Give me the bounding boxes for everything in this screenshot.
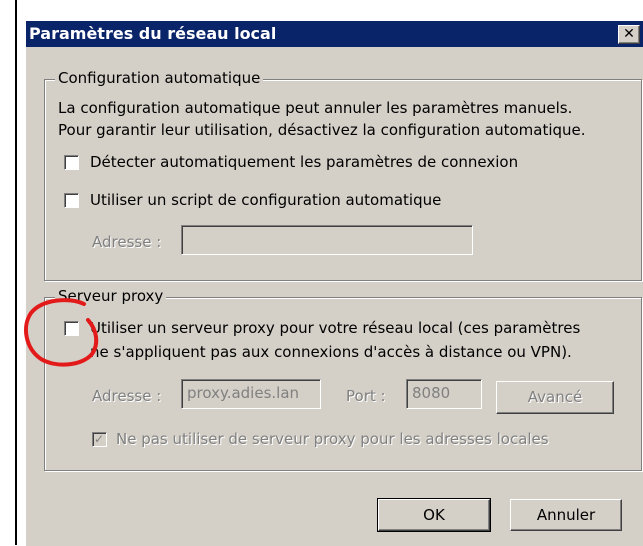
auto-config-description-line1: La configuration automatique peut annule… <box>58 99 573 117</box>
advanced-button-label: Avancé <box>527 388 583 406</box>
close-icon: ✕ <box>623 26 635 42</box>
lan-settings-dialog: Paramètres du réseau local ✕ Configurati… <box>25 20 643 546</box>
advanced-button[interactable]: Avancé <box>496 381 614 414</box>
auto-config-legend: Configuration automatique <box>55 69 264 87</box>
close-button[interactable]: ✕ <box>618 25 640 44</box>
ok-button[interactable]: OK <box>377 498 491 532</box>
detect-settings-checkbox[interactable] <box>64 155 79 170</box>
window-frame-edge <box>15 0 17 545</box>
detect-settings-label[interactable]: Détecter automatiquement les paramètres … <box>90 153 518 171</box>
title-bar[interactable]: Paramètres du réseau local ✕ <box>26 21 643 47</box>
auto-config-script-checkbox[interactable] <box>64 193 79 208</box>
proxy-server-legend: Serveur proxy <box>55 287 167 305</box>
proxy-address-input[interactable]: proxy.adies.lan <box>181 379 321 409</box>
ok-button-label: OK <box>423 506 445 524</box>
use-proxy-checkbox[interactable] <box>64 321 79 336</box>
proxy-port-label: Port : <box>346 387 386 405</box>
script-address-input[interactable] <box>181 225 473 255</box>
cancel-button-label: Annuler <box>536 506 596 524</box>
proxy-port-input[interactable]: 8080 <box>406 379 482 409</box>
use-proxy-label-line1[interactable]: Utiliser un serveur proxy pour votre rés… <box>90 319 580 337</box>
checkmark-icon: ✓ <box>94 432 105 446</box>
dialog-title: Paramètres du réseau local <box>29 24 277 43</box>
use-proxy-label-line2[interactable]: ne s'appliquent pas aux connexions d'acc… <box>90 343 572 361</box>
script-address-label: Adresse : <box>92 233 162 251</box>
bypass-local-checkbox[interactable]: ✓ <box>92 432 107 447</box>
cancel-button[interactable]: Annuler <box>510 499 622 531</box>
auto-config-description-line2: Pour garantir leur utilisation, désactiv… <box>58 121 586 139</box>
proxy-address-label: Adresse : <box>92 387 162 405</box>
auto-config-script-label[interactable]: Utiliser un script de configuration auto… <box>90 191 441 209</box>
bypass-local-label[interactable]: Ne pas utiliser de serveur proxy pour le… <box>116 430 549 448</box>
